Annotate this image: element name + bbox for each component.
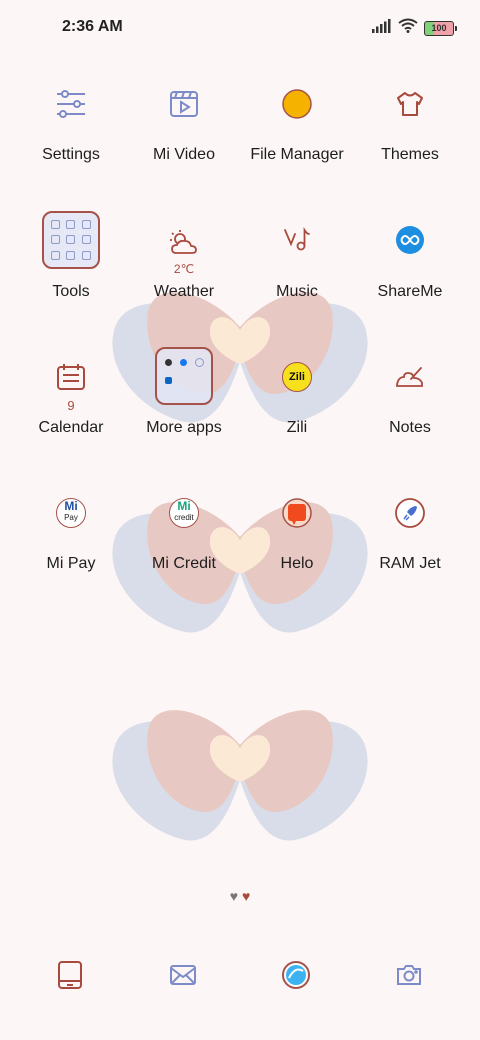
helo-icon	[275, 491, 319, 535]
tablet-icon[interactable]	[50, 958, 90, 992]
bow-wallpaper-decoration	[110, 282, 370, 432]
weather-icon	[162, 222, 206, 266]
tshirt-icon	[388, 82, 432, 126]
rocket-icon	[388, 491, 432, 535]
app-label: Notes	[389, 419, 431, 436]
mi-pay-logo-text: Pay	[64, 513, 78, 522]
calendar-date: 9	[67, 398, 75, 413]
clock: 2:36 AM	[62, 18, 123, 35]
zili-logo: Zili	[282, 362, 312, 392]
app-label: ShareMe	[377, 283, 443, 300]
mi-credit-icon: Mi credit	[162, 491, 206, 535]
weather-temperature: 2℃	[173, 262, 195, 276]
heart-icon[interactable]: ♥	[242, 888, 250, 904]
bow-wallpaper-decoration	[110, 700, 370, 850]
status-icons: 100	[372, 18, 457, 38]
settings-icon	[49, 82, 93, 126]
battery-icon: 100	[424, 20, 457, 36]
music-note-icon	[275, 218, 319, 262]
browser-icon[interactable]	[276, 958, 316, 992]
status-bar: 2:36 AM 100	[0, 0, 480, 56]
video-icon	[162, 82, 206, 126]
zili-logo-icon: Zili	[275, 355, 319, 399]
folder-icon	[41, 210, 101, 270]
mail-icon[interactable]	[163, 958, 203, 992]
page-indicator: ♥ ♥	[0, 888, 480, 904]
folder-icon	[154, 346, 214, 406]
app-label: RAM Jet	[379, 555, 441, 572]
mi-pay-icon: Mi Pay	[49, 491, 93, 535]
mi-credit-logo-text: credit	[174, 513, 194, 522]
camera-icon[interactable]	[389, 958, 429, 992]
calendar-icon	[49, 355, 93, 399]
heart-icon[interactable]: ♥	[230, 888, 238, 904]
shareme-icon	[388, 218, 432, 262]
file-manager-icon	[275, 82, 319, 126]
signal-icon	[372, 18, 392, 38]
wifi-icon	[398, 18, 418, 38]
notes-icon	[388, 355, 432, 399]
app-label: Themes	[381, 146, 439, 163]
